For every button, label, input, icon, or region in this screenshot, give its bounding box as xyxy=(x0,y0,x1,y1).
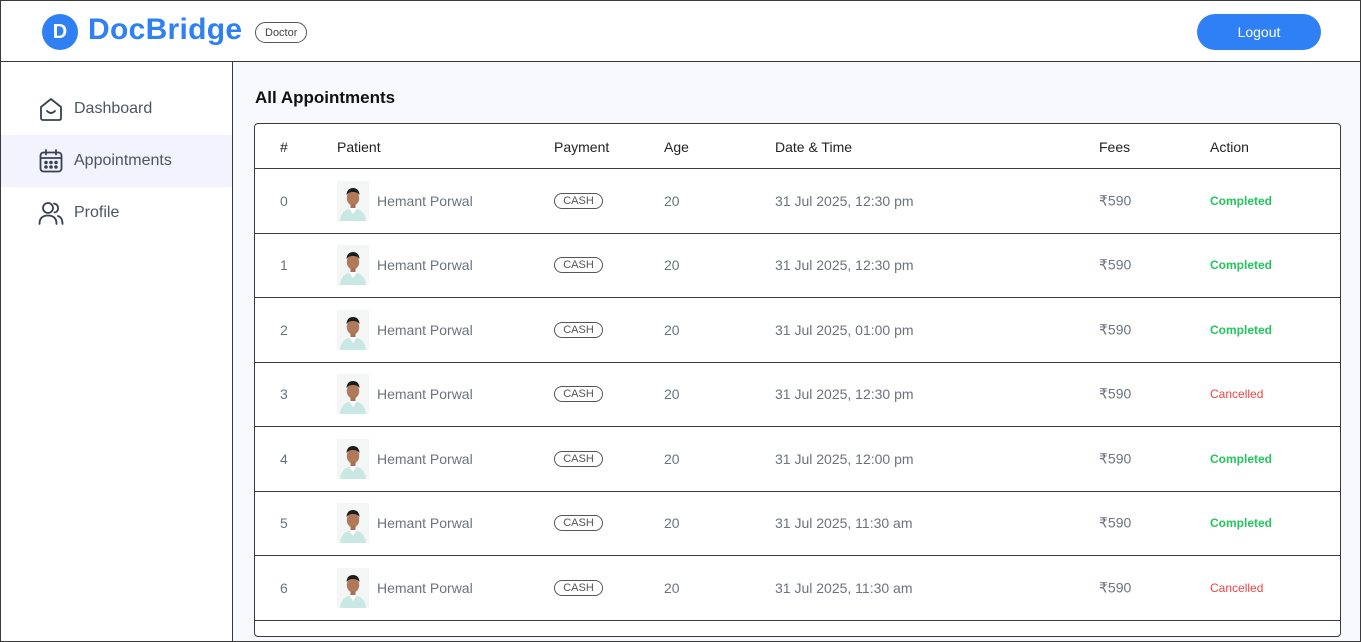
main-content: All Appointments # Patient Payment Age D… xyxy=(233,62,1360,641)
row-index: 6 xyxy=(280,579,288,596)
patient-name: Hemant Porwal xyxy=(377,321,473,338)
top-header: D DocBridge Doctor Logout xyxy=(1,1,1360,62)
table-row[interactable]: 0 Hemant Porwal CASH 20 31 Jul 2025, 12:… xyxy=(255,169,1340,234)
patient-avatar xyxy=(337,567,369,608)
payment-badge: CASH xyxy=(554,192,603,209)
appointment-datetime: 31 Jul 2025, 11:30 am xyxy=(775,515,913,532)
status-badge: Completed xyxy=(1210,322,1273,337)
patient-age: 20 xyxy=(664,579,680,596)
users-icon xyxy=(38,200,64,226)
table-row[interactable]: 6 Hemant Porwal CASH 20 31 Jul 2025, 11:… xyxy=(255,556,1340,621)
brand-name: DocBridge xyxy=(88,13,243,46)
status-badge: Completed xyxy=(1210,193,1273,208)
status-badge: Completed xyxy=(1210,451,1273,466)
sidebar-item-appointments[interactable]: Appointments xyxy=(1,135,232,187)
appointment-datetime: 31 Jul 2025, 12:30 pm xyxy=(775,386,914,403)
sidebar-item-dashboard[interactable]: Dashboard xyxy=(1,83,232,135)
patient-age: 20 xyxy=(664,321,680,338)
logo-badge: D xyxy=(42,14,78,50)
sidebar-item-label: Profile xyxy=(74,204,120,221)
app-window: D DocBridge Doctor Logout Dashboard Appo… xyxy=(0,0,1361,642)
appointment-datetime: 31 Jul 2025, 12:00 pm xyxy=(775,450,914,467)
table-row[interactable]: 2 Hemant Porwal CASH 20 31 Jul 2025, 01:… xyxy=(255,298,1340,363)
sidebar: Dashboard Appointments Profile xyxy=(1,62,233,641)
patient-avatar xyxy=(337,180,369,221)
patient-name: Hemant Porwal xyxy=(377,192,473,209)
status-badge: Completed xyxy=(1210,258,1273,273)
patient-avatar xyxy=(337,309,369,350)
sidebar-item-label: Dashboard xyxy=(74,100,153,117)
role-badge: Doctor xyxy=(255,22,308,43)
column-header-patient: Patient xyxy=(337,139,381,155)
patient-name: Hemant Porwal xyxy=(377,579,473,596)
column-header-fees: Fees xyxy=(1099,139,1131,155)
row-index: 5 xyxy=(280,515,288,532)
appointment-fees: ₹590 xyxy=(1099,321,1132,338)
table-row[interactable]: 5 Hemant Porwal CASH 20 31 Jul 2025, 11:… xyxy=(255,492,1340,556)
patient-name: Hemant Porwal xyxy=(377,257,473,274)
appointment-datetime: 31 Jul 2025, 01:00 pm xyxy=(775,321,914,338)
appointments-table[interactable]: # Patient Payment Age Date & Time Fees A… xyxy=(254,123,1341,637)
column-header-age: Age xyxy=(664,139,689,155)
table-row[interactable]: 3 Hemant Porwal CASH 20 31 Jul 2025, 12:… xyxy=(255,363,1340,427)
patient-name: Hemant Porwal xyxy=(377,450,473,467)
table-row[interactable]: 1 Hemant Porwal CASH 20 31 Jul 2025, 12:… xyxy=(255,234,1340,298)
payment-badge: CASH xyxy=(554,386,603,403)
column-header-action: Action xyxy=(1210,139,1249,155)
patient-age: 20 xyxy=(664,192,680,209)
patient-avatar xyxy=(337,503,369,544)
column-header-payment: Payment xyxy=(554,139,610,155)
payment-badge: CASH xyxy=(554,515,603,532)
row-index: 0 xyxy=(280,192,288,209)
appointment-datetime: 31 Jul 2025, 11:30 am xyxy=(775,579,913,596)
sidebar-item-label: Appointments xyxy=(74,152,172,169)
table-header: # Patient Payment Age Date & Time Fees A… xyxy=(255,124,1340,169)
row-index: 4 xyxy=(280,450,288,467)
appointment-fees: ₹590 xyxy=(1099,385,1132,402)
appointment-fees: ₹590 xyxy=(1099,579,1132,596)
appointment-fees: ₹590 xyxy=(1099,256,1132,273)
home-icon xyxy=(38,96,64,122)
appointment-datetime: 31 Jul 2025, 12:30 pm xyxy=(775,257,914,274)
calendar-icon xyxy=(38,148,64,174)
patient-avatar xyxy=(337,374,369,415)
appointment-fees: ₹590 xyxy=(1099,514,1132,531)
sidebar-item-profile[interactable]: Profile xyxy=(1,187,232,239)
appointment-datetime: 31 Jul 2025, 12:30 pm xyxy=(775,192,914,209)
table-body: 0 Hemant Porwal CASH 20 31 Jul 2025, 12:… xyxy=(255,169,1340,621)
row-index: 2 xyxy=(280,321,288,338)
row-index: 1 xyxy=(280,257,288,274)
payment-badge: CASH xyxy=(554,450,603,467)
table-row[interactable]: 4 Hemant Porwal CASH 20 31 Jul 2025, 12:… xyxy=(255,427,1340,492)
logout-button[interactable]: Logout xyxy=(1197,14,1321,50)
patient-age: 20 xyxy=(664,450,680,467)
status-badge: Cancelled xyxy=(1210,387,1264,402)
patient-avatar xyxy=(337,245,369,286)
patient-name: Hemant Porwal xyxy=(377,386,473,403)
page-title: All Appointments xyxy=(255,88,396,107)
status-badge: Cancelled xyxy=(1210,580,1264,595)
column-header-datetime: Date & Time xyxy=(775,139,853,155)
appointment-fees: ₹590 xyxy=(1099,450,1132,467)
patient-age: 20 xyxy=(664,515,680,532)
patient-age: 20 xyxy=(664,257,680,274)
column-header-index: # xyxy=(280,139,288,155)
patient-avatar xyxy=(337,438,369,479)
payment-badge: CASH xyxy=(554,257,603,274)
payment-badge: CASH xyxy=(554,579,603,596)
patient-name: Hemant Porwal xyxy=(377,515,473,532)
row-index: 3 xyxy=(280,386,288,403)
status-badge: Completed xyxy=(1210,516,1273,531)
payment-badge: CASH xyxy=(554,321,603,338)
appointment-fees: ₹590 xyxy=(1099,192,1132,209)
patient-age: 20 xyxy=(664,386,680,403)
